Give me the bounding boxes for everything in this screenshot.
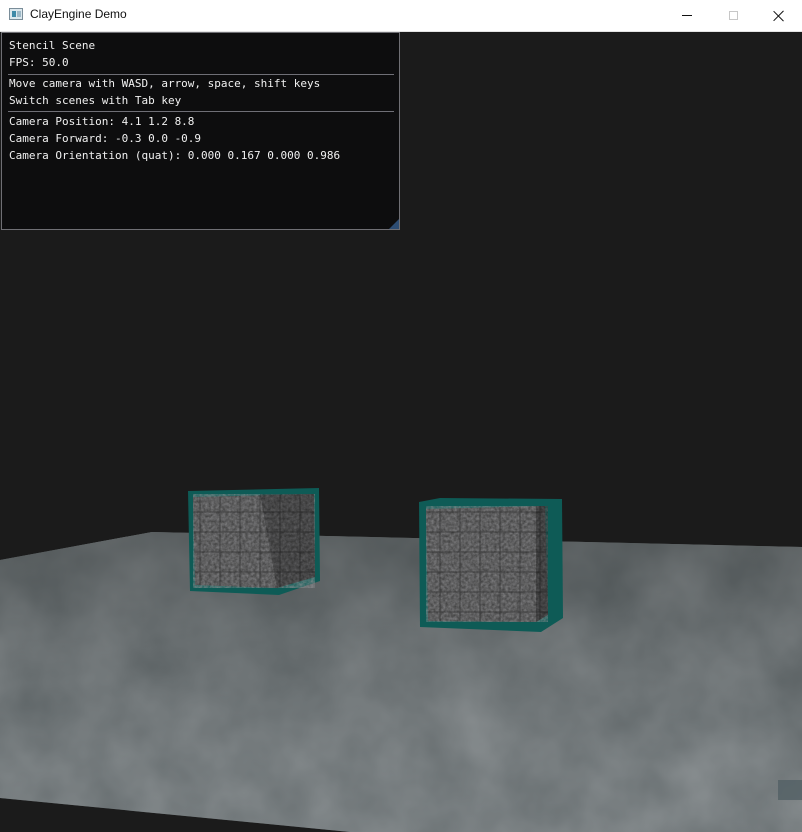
app-icon <box>9 8 23 20</box>
camera-forward-readout: Camera Forward: -0.3 0.0 -0.9 <box>9 132 202 145</box>
separator-1 <box>8 74 394 75</box>
help-move-text: Move camera with WASD, arrow, space, shi… <box>9 77 321 90</box>
crate-left <box>188 488 320 595</box>
debug-overlay-panel[interactable]: Stencil Scene FPS: 50.0 Move camera with… <box>1 32 400 230</box>
camera-position-readout: Camera Position: 4.1 1.2 8.8 <box>9 115 195 128</box>
maximize-icon <box>728 11 738 20</box>
minimize-button[interactable] <box>664 0 710 31</box>
separator-2 <box>8 111 394 112</box>
minimize-icon <box>682 15 692 16</box>
title-bar[interactable]: ClayEngine Demo <box>0 0 802 32</box>
maximize-button[interactable] <box>710 0 756 31</box>
resize-grip-icon[interactable] <box>389 219 399 229</box>
fps-readout: FPS: 50.0 <box>9 56 69 69</box>
scene-name-label: Stencil Scene <box>9 39 96 52</box>
close-icon <box>773 10 785 22</box>
floor-plane <box>0 532 802 832</box>
crate-right <box>419 498 563 632</box>
close-button[interactable] <box>756 0 802 31</box>
app-window: ClayEngine Demo Stencil Scene FPS: 50.0 … <box>0 0 802 832</box>
corner-swatch <box>778 780 802 800</box>
window-title: ClayEngine Demo <box>30 7 127 21</box>
camera-orientation-readout: Camera Orientation (quat): 0.000 0.167 0… <box>9 149 341 162</box>
help-switch-text: Switch scenes with Tab key <box>9 94 182 107</box>
